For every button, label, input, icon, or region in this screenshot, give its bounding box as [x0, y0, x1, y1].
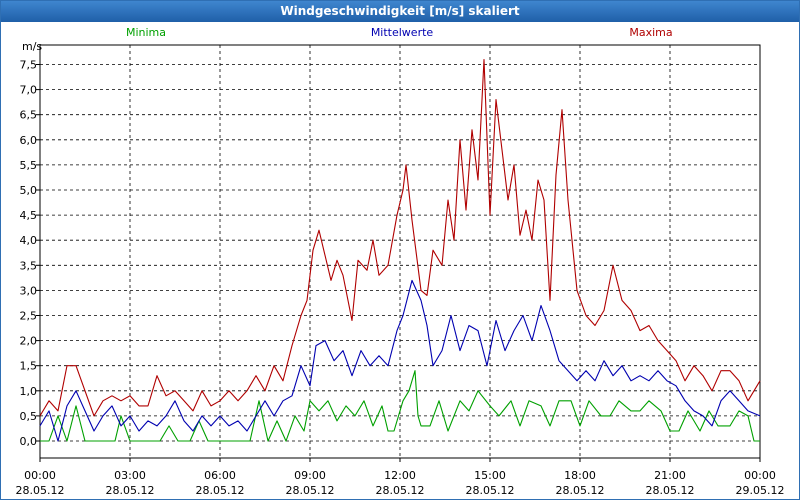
legend-mittelwerte: Mittelwerte	[371, 26, 434, 39]
y-tick-label: 6,0	[20, 134, 38, 147]
y-tick-label: 5,0	[20, 184, 38, 197]
y-tick-label: 3,5	[20, 259, 38, 272]
y-tick-label: 4,0	[20, 234, 38, 247]
y-tick-label: 7,5	[20, 59, 38, 72]
y-tick-label: 1,5	[20, 360, 38, 373]
y-tick-label: 7,0	[20, 84, 38, 97]
y-tick-label: 4,5	[20, 209, 38, 222]
y-tick-label: 5,5	[20, 159, 38, 172]
x-tick-date: 29.05.12	[736, 484, 785, 497]
legend-minima: Minima	[126, 26, 166, 39]
x-tick-time: 03:00	[114, 469, 146, 482]
x-tick-date: 28.05.12	[286, 484, 335, 497]
y-axis-label: m/s	[22, 40, 42, 53]
x-tick-date: 28.05.12	[466, 484, 515, 497]
x-tick-date: 28.05.12	[16, 484, 65, 497]
x-tick-time: 00:00	[744, 469, 776, 482]
y-tick-label: 2,5	[20, 310, 38, 323]
y-tick-label: 2,0	[20, 335, 38, 348]
x-tick-date: 28.05.12	[556, 484, 605, 497]
wind-speed-chart: 0,0 0,5 1,0 1,5 2,0 2,5 3,0 3,5 4,0 4,5 5,0 5,5 6,0 6…	[16, 26, 785, 497]
x-tick-date: 28.05.12	[196, 484, 245, 497]
legend-maxima: Maxima	[629, 26, 672, 39]
x-tick-time: 12:00	[384, 469, 416, 482]
x-tick-date: 28.05.12	[646, 484, 695, 497]
x-tick-time: 06:00	[204, 469, 236, 482]
y-tick-label: 0,0	[20, 435, 38, 448]
x-axis: 00:00 28.05.12 03:00 28.05.12 06:00 28.05.12 0…	[16, 458, 785, 497]
x-tick-date: 28.05.12	[376, 484, 425, 497]
x-tick-time: 00:00	[24, 469, 56, 482]
y-tick-label: 1,0	[20, 385, 38, 398]
x-tick-time: 15:00	[474, 469, 506, 482]
x-tick-time: 09:00	[294, 469, 326, 482]
x-tick-time: 21:00	[654, 469, 686, 482]
x-tick-date: 28.05.12	[106, 484, 155, 497]
y-tick-label: 6,5	[20, 109, 38, 122]
y-axis: 0,0 0,5 1,0 1,5 2,0 2,5 3,0 3,5 4,0 4,5 5,0 5,5 6,0 6…	[20, 59, 40, 448]
grid	[39, 45, 761, 458]
x-tick-time: 18:00	[564, 469, 596, 482]
legend: Minima Mittelwerte Maxima	[126, 26, 673, 39]
y-tick-label: 0,5	[20, 410, 38, 423]
y-tick-label: 3,0	[20, 284, 38, 297]
